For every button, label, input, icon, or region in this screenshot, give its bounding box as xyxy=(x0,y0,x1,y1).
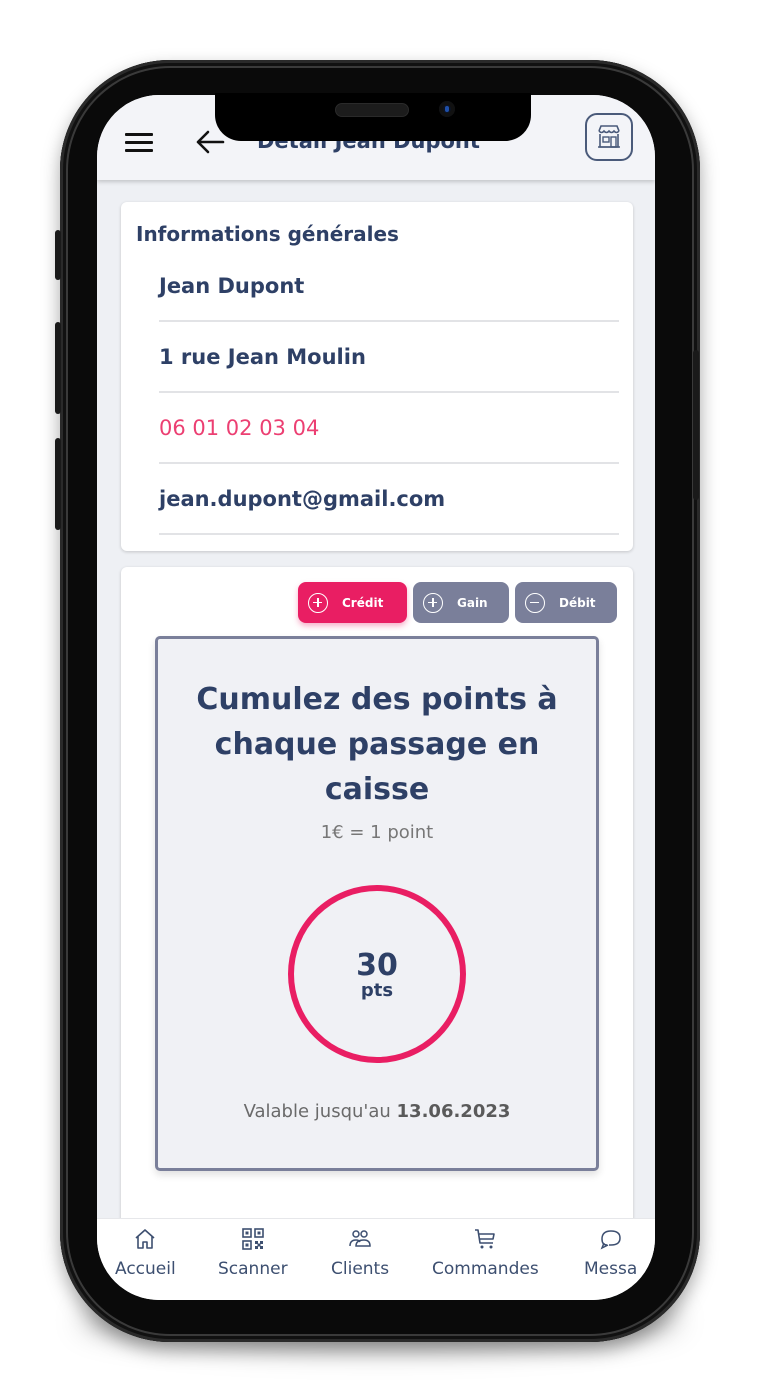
bottom-navigation: Accueil Scanner Clients Commandes Messa xyxy=(97,1218,655,1300)
points-circle: 30 pts xyxy=(288,885,466,1063)
loyalty-program-box: Cumulez des points à chaque passage en c… xyxy=(155,636,599,1171)
points-unit: pts xyxy=(360,980,394,1001)
qr-code-icon xyxy=(241,1228,264,1250)
customer-email: jean.dupont@gmail.com xyxy=(159,487,446,511)
phone-volume-down-button xyxy=(55,438,61,530)
phone-power-button xyxy=(693,350,699,500)
nav-label-clients: Clients xyxy=(331,1259,390,1279)
customer-name: Jean Dupont xyxy=(159,274,305,298)
hamburger-menu-icon xyxy=(125,133,153,136)
phone-volume-up-button xyxy=(55,322,61,414)
gain-button[interactable]: Gain xyxy=(413,582,509,623)
info-row-name: Jean Dupont xyxy=(159,252,619,322)
customer-address: 1 rue Jean Moulin xyxy=(159,345,366,369)
menu-button[interactable] xyxy=(125,133,153,157)
nav-item-accueil[interactable]: Accueil xyxy=(115,1227,176,1279)
loyalty-card: Crédit Gain Débit Cumulez des points à c… xyxy=(121,567,633,1267)
users-icon xyxy=(349,1230,371,1247)
hamburger-menu-icon-line xyxy=(125,141,153,144)
nav-label-commandes: Commandes xyxy=(432,1259,539,1279)
customer-phone-link[interactable]: 06 01 02 03 04 xyxy=(159,416,319,440)
nav-item-messages[interactable]: Messa xyxy=(584,1227,637,1279)
credit-button-label: Crédit xyxy=(342,595,384,610)
points-value: 30 xyxy=(356,948,398,983)
home-icon xyxy=(135,1229,155,1249)
nav-label-accueil: Accueil xyxy=(115,1259,176,1279)
general-info-title: Informations générales xyxy=(136,222,399,246)
nav-item-commandes[interactable]: Commandes xyxy=(432,1227,539,1279)
storefront-icon xyxy=(598,125,620,148)
info-row-address: 1 rue Jean Moulin xyxy=(159,323,619,393)
debit-button-label: Débit xyxy=(559,595,596,610)
loyalty-title: Cumulez des points à chaque passage en c… xyxy=(196,682,558,807)
loyalty-actions: Crédit Gain Débit xyxy=(298,582,617,623)
validity-date: 13.06.2023 xyxy=(396,1101,511,1122)
nav-label-scanner: Scanner xyxy=(218,1259,288,1279)
validity-text: Valable jusqu'au 13.06.2023 xyxy=(158,1101,596,1122)
chat-icon xyxy=(600,1230,621,1250)
minus-circle-icon xyxy=(525,592,545,613)
store-button[interactable] xyxy=(585,113,633,161)
plus-circle-icon xyxy=(308,592,328,613)
info-row-phone: 06 01 02 03 04 xyxy=(159,394,619,464)
debit-button[interactable]: Débit xyxy=(515,582,617,623)
nav-label-messages: Messa xyxy=(584,1259,638,1279)
phone-speaker xyxy=(335,103,409,117)
loyalty-rate: 1€ = 1 point xyxy=(320,822,434,843)
phone-camera xyxy=(439,101,455,117)
general-info-card: Informations générales Jean Dupont 1 rue… xyxy=(121,202,633,551)
cart-icon xyxy=(475,1229,496,1249)
plus-circle-icon xyxy=(423,592,443,613)
phone-silent-switch xyxy=(55,230,61,280)
nav-item-scanner[interactable]: Scanner xyxy=(218,1227,288,1279)
phone-notch xyxy=(215,93,531,141)
info-row-email: jean.dupont@gmail.com xyxy=(159,465,619,535)
validity-label: Valable jusqu'au xyxy=(243,1101,391,1122)
credit-button[interactable]: Crédit xyxy=(298,582,407,623)
nav-item-clients[interactable]: Clients xyxy=(331,1227,389,1279)
gain-button-label: Gain xyxy=(457,595,488,610)
hamburger-menu-icon-line xyxy=(125,149,153,152)
app-screen: Détail Jean Dupont Informations générale… xyxy=(97,95,655,1300)
